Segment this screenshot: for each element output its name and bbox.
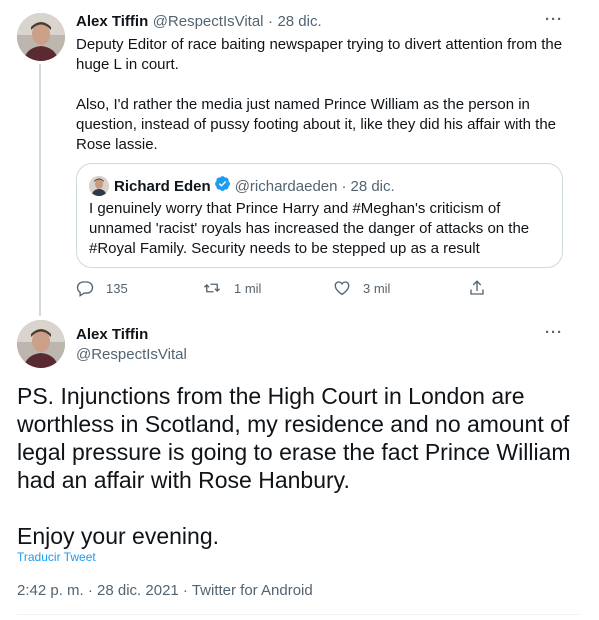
reply-count: 135 xyxy=(106,280,128,296)
tweet-actions: 135 1 mil 3 mil xyxy=(76,279,496,301)
quoted-author-name[interactable]: Richard Eden xyxy=(114,178,211,195)
translate-tweet-link[interactable]: Traducir Tweet xyxy=(17,550,96,564)
share-icon xyxy=(470,280,484,295)
quoted-avatar xyxy=(89,176,109,196)
tweet-header: Alex Tiffin @RespectIsVital · 28 dic. xyxy=(76,13,322,31)
heart-icon xyxy=(334,281,350,296)
separator: · xyxy=(341,177,347,195)
quoted-tweet-header: Richard Eden @richardaeden · 28 dic. xyxy=(89,175,395,197)
tweet-metadata[interactable]: 2:42 p. m. · 28 dic. 2021 · Twitter for … xyxy=(17,582,313,599)
tweet-paragraph: Deputy Editor of race baiting newspaper … xyxy=(76,36,563,73)
verified-badge-icon xyxy=(214,175,231,197)
more-options-icon[interactable]: ··· xyxy=(545,324,563,341)
quoted-author-handle[interactable]: @richardaeden xyxy=(235,178,338,195)
thread-line xyxy=(39,64,41,316)
separator: · xyxy=(267,13,273,30)
author-name[interactable]: Alex Tiffin xyxy=(76,13,148,30)
like-count: 3 mil xyxy=(363,280,391,296)
avatar[interactable] xyxy=(17,320,65,368)
author-handle[interactable]: @RespectIsVital xyxy=(153,13,264,30)
like-button[interactable]: 3 mil xyxy=(333,279,390,297)
tweet-paragraph: Enjoy your evening. xyxy=(17,523,220,549)
retweet-count: 1 mil xyxy=(234,280,262,296)
tweet-text: PS. Injunctions from the High Court in L… xyxy=(17,382,577,550)
author-handle[interactable]: @RespectIsVital xyxy=(76,346,187,363)
avatar[interactable] xyxy=(17,13,65,61)
share-button[interactable] xyxy=(468,279,498,297)
quoted-tweet-date[interactable]: 28 dic. xyxy=(350,178,394,195)
author-name[interactable]: Alex Tiffin xyxy=(76,326,148,343)
tweet-paragraph: Also, I'd rather the media just named Pr… xyxy=(76,96,557,153)
reply-icon xyxy=(76,281,94,297)
tweet-paragraph: PS. Injunctions from the High Court in L… xyxy=(17,383,571,493)
more-options-icon[interactable]: ··· xyxy=(545,11,563,28)
retweet-button[interactable]: 1 mil xyxy=(202,279,261,297)
tweet-text: Deputy Editor of race baiting newspaper … xyxy=(76,35,576,155)
reply-button[interactable]: 135 xyxy=(76,279,128,297)
tweet-date[interactable]: 28 dic. xyxy=(277,13,321,30)
retweet-icon xyxy=(204,283,220,293)
quoted-tweet[interactable]: Richard Eden @richardaeden · 28 dic. I g… xyxy=(76,163,563,268)
quoted-tweet-text: I genuinely worry that Prince Harry and … xyxy=(89,200,530,257)
divider xyxy=(17,614,580,615)
